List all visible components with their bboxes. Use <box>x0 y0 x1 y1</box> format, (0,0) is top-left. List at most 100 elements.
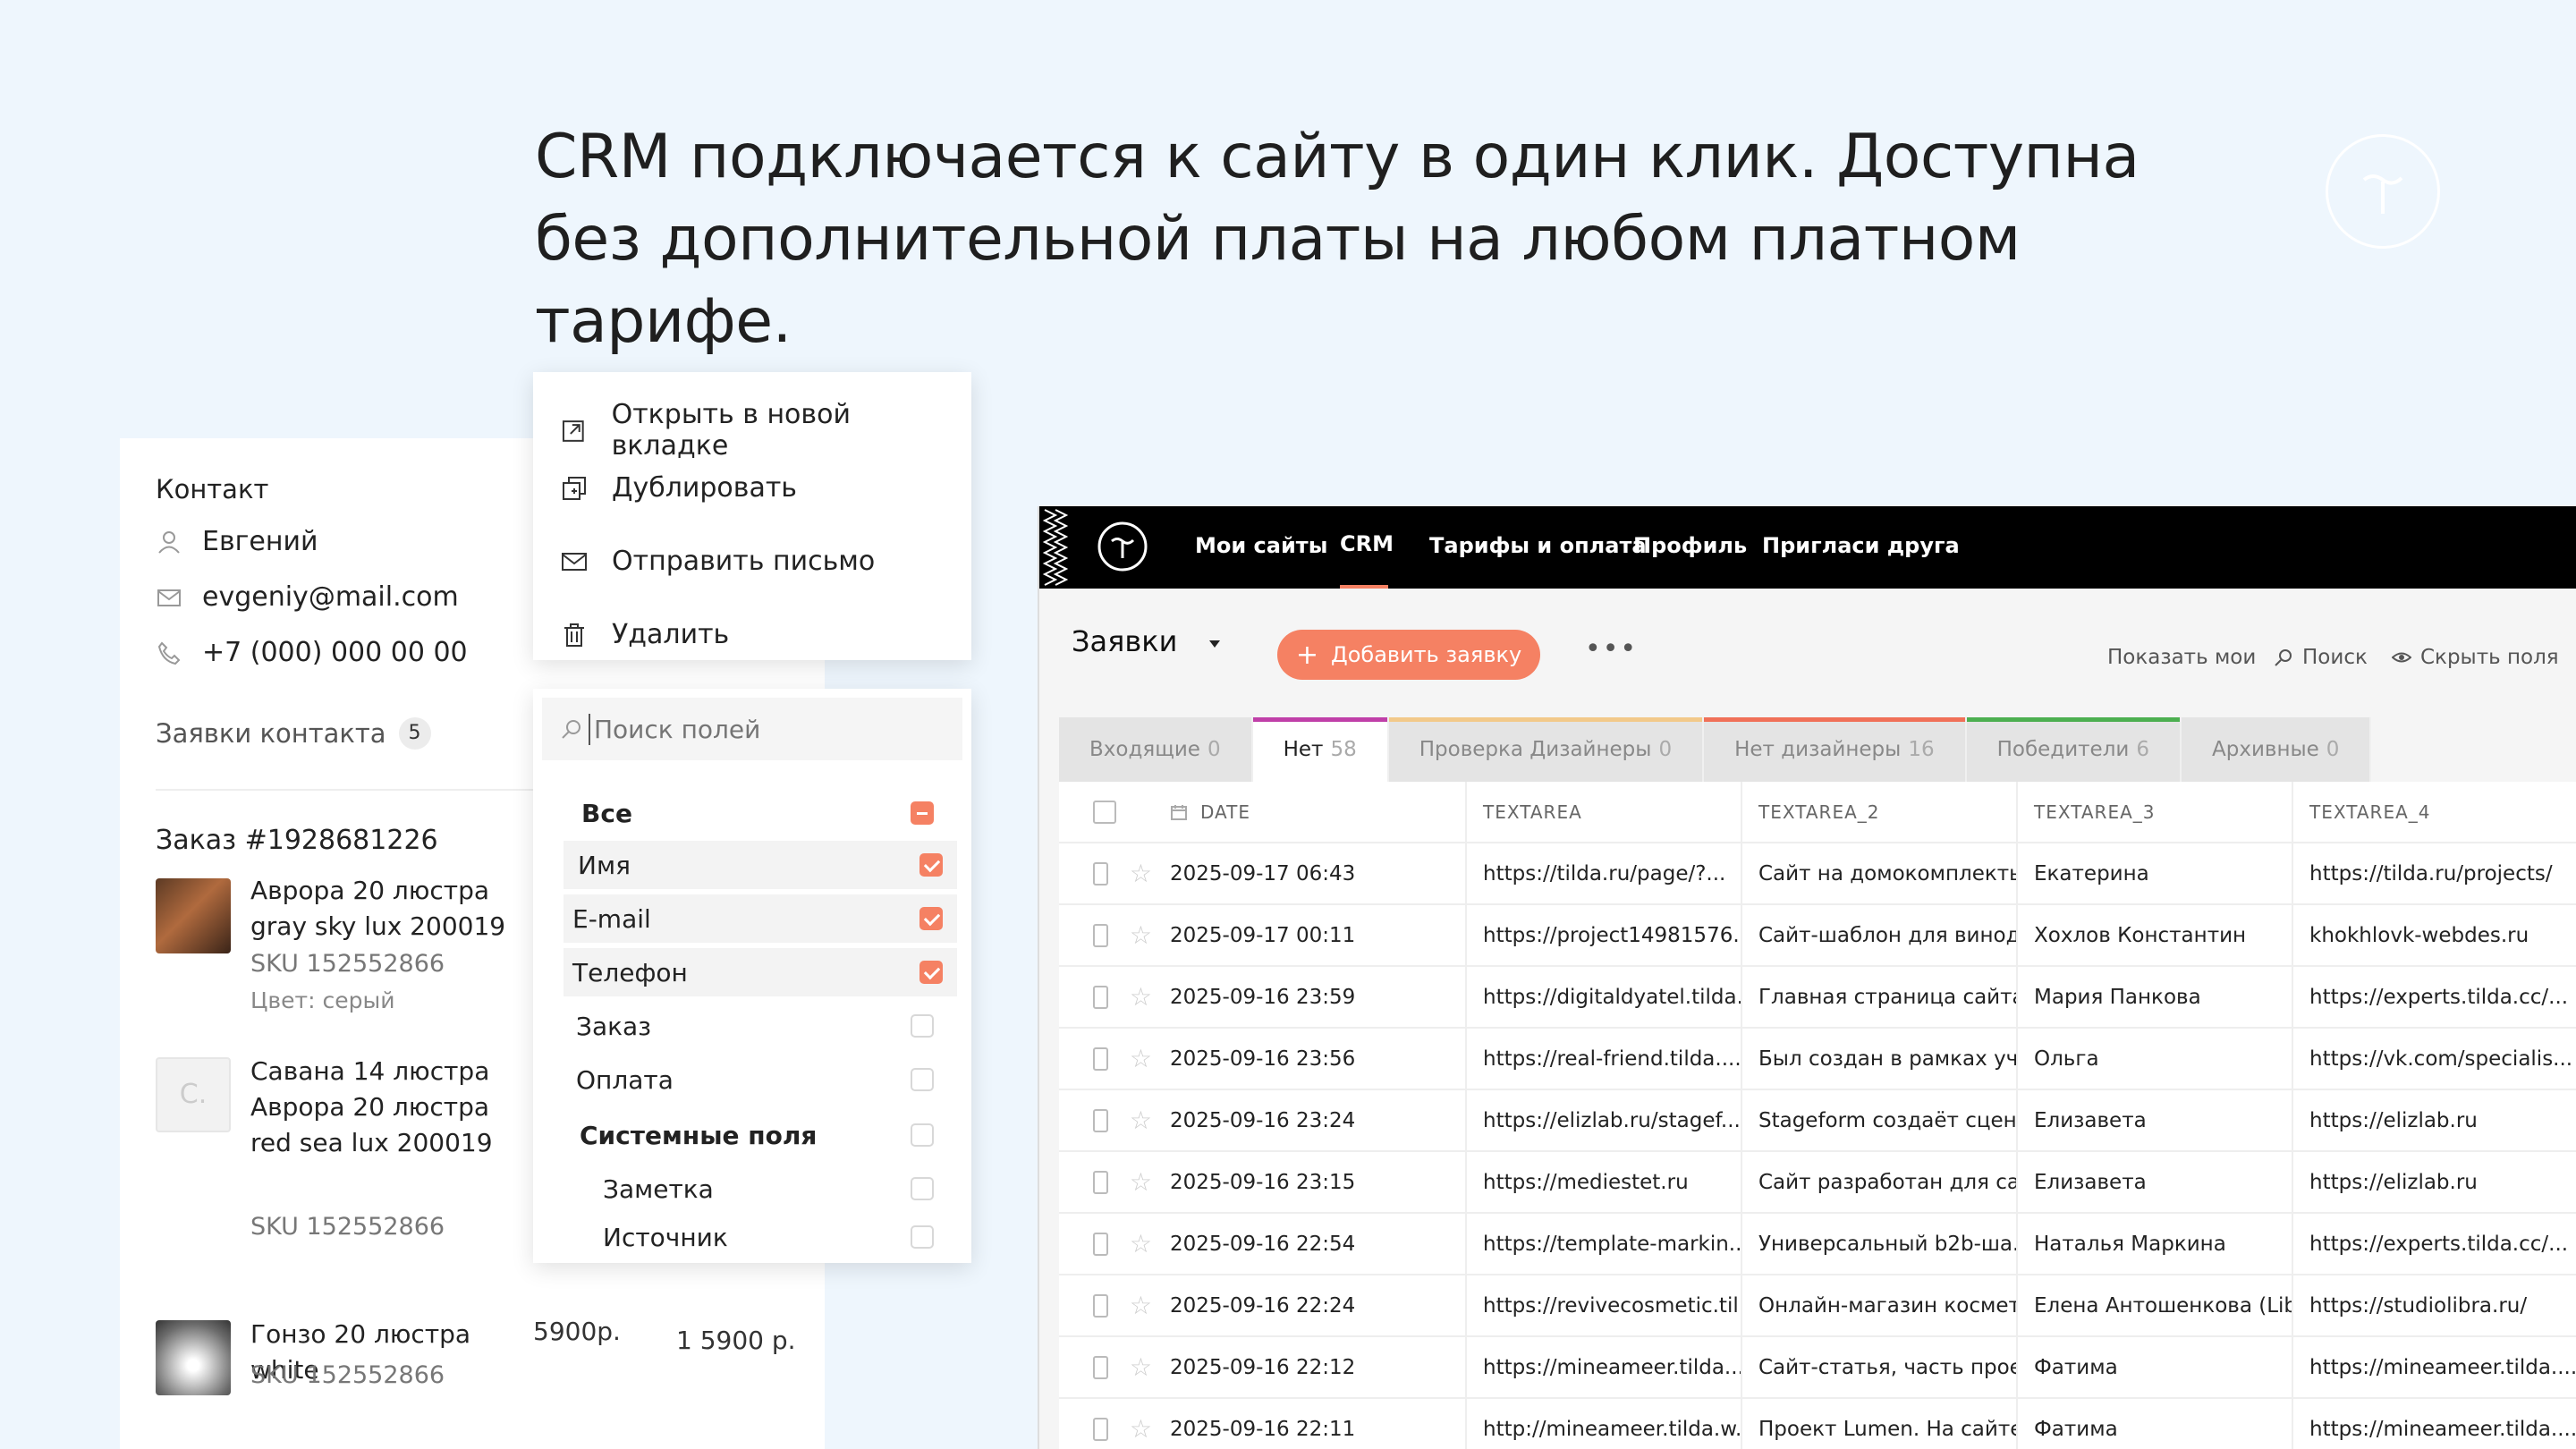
add-request-button[interactable]: + Добавить заявку <box>1277 630 1540 680</box>
row-checkbox[interactable] <box>1093 861 1108 886</box>
table-row[interactable]: ☆ 2025-09-16 22:54 https://template-markin… <box>1059 1214 2576 1275</box>
menu-item-delete[interactable]: Удалить <box>560 619 729 650</box>
field-search <box>542 698 962 760</box>
menu-item-send-email[interactable]: Отправить письмо <box>560 546 875 577</box>
contact-email[interactable]: evgeniy@mail.com <box>202 581 459 613</box>
nav-my-sites[interactable]: Мои сайты <box>1195 533 1327 558</box>
phone-icon <box>157 640 181 665</box>
checkbox-all[interactable] <box>911 801 934 825</box>
table-row[interactable]: ☆ 2025-09-16 23:56 https://real-friend.til… <box>1059 1029 2576 1090</box>
table-row[interactable]: ☆ 2025-09-16 22:11 http://mineameer.tilda.… <box>1059 1399 2576 1449</box>
tab-label: Нет <box>1283 738 1324 761</box>
column-header-textarea-3[interactable]: TEXTAREA_3 <box>2018 782 2293 842</box>
field-row-name[interactable]: Имя <box>564 841 957 889</box>
tab-archive[interactable]: Архивные 0 <box>2182 717 2372 782</box>
cell-textarea-2: Проект Lumen. На сайте... <box>1742 1399 2018 1449</box>
column-header-textarea-4[interactable]: TEXTAREA_4 <box>2293 782 2576 842</box>
tilda-logo-icon[interactable] <box>1097 521 1148 572</box>
star-icon[interactable]: ☆ <box>1130 1414 1152 1444</box>
star-icon[interactable]: ☆ <box>1130 1044 1152 1073</box>
product-qty-price: 1 5900 р. <box>676 1326 796 1355</box>
table-row[interactable]: ☆ 2025-09-16 23:24 https://elizlab.ru/stag… <box>1059 1090 2576 1152</box>
cell-date: 2025-09-16 22:54 <box>1152 1214 1467 1274</box>
field-row-source[interactable]: Источник <box>564 1213 948 1261</box>
search-icon <box>562 720 580 739</box>
field-row-email[interactable]: E-mail <box>564 894 957 943</box>
top-nav-bar: Мои сайты CRM Тарифы и оплата Профиль Пр… <box>1039 506 2576 589</box>
hide-fields-button[interactable]: Скрыть поля <box>2392 646 2559 669</box>
checkbox[interactable] <box>919 853 943 877</box>
star-icon[interactable]: ☆ <box>1130 1291 1152 1320</box>
row-checkbox[interactable] <box>1093 1232 1108 1256</box>
table-row[interactable]: ☆ 2025-09-16 22:12 https://mineameer.tilda… <box>1059 1337 2576 1399</box>
row-checkbox[interactable] <box>1093 1108 1108 1132</box>
star-icon[interactable]: ☆ <box>1130 1106 1152 1135</box>
star-icon[interactable]: ☆ <box>1130 920 1152 950</box>
menu-item-duplicate[interactable]: Дублировать <box>560 472 797 504</box>
cell-textarea-3: Екатерина <box>2018 843 2293 903</box>
field-row-order[interactable]: Заказ <box>564 1002 948 1050</box>
row-checkbox[interactable] <box>1093 1170 1108 1194</box>
nav-profile[interactable]: Профиль <box>1633 533 1747 558</box>
checkbox[interactable] <box>911 1225 934 1249</box>
nav-invite-friend[interactable]: Пригласи друга <box>1762 533 1960 558</box>
show-mine-button[interactable]: Показать мои <box>2107 646 2256 669</box>
column-header-textarea-2[interactable]: TEXTAREA_2 <box>1742 782 2018 842</box>
field-label: Все <box>581 798 632 828</box>
table-row[interactable]: ☆ 2025-09-17 06:43 https://tilda.ru/page/?… <box>1059 843 2576 905</box>
table-row[interactable]: ☆ 2025-09-17 00:11 https://project14981576… <box>1059 905 2576 967</box>
field-label: E-mail <box>572 903 651 934</box>
contact-phone[interactable]: +7 (000) 000 00 00 <box>202 637 468 668</box>
checkbox[interactable] <box>911 1068 934 1091</box>
checkbox[interactable] <box>911 1177 934 1200</box>
checkbox[interactable] <box>919 961 943 984</box>
row-checkbox[interactable] <box>1093 1046 1108 1071</box>
chevron-down-icon[interactable] <box>1209 640 1220 648</box>
row-checkbox[interactable] <box>1093 1293 1108 1318</box>
star-icon[interactable]: ☆ <box>1130 1229 1152 1258</box>
tab-winners[interactable]: Победители 6 <box>1966 717 2182 782</box>
table-row[interactable]: ☆ 2025-09-16 22:24 https://revivecosmetic.… <box>1059 1275 2576 1337</box>
crm-content: Заявки + Добавить заявку ••• Показать мо… <box>1039 589 2576 1449</box>
field-row-payment[interactable]: Оплата <box>564 1055 948 1104</box>
star-icon[interactable]: ☆ <box>1130 859 1152 888</box>
field-row-system[interactable]: Системные поля <box>564 1111 948 1159</box>
field-row-note[interactable]: Заметка <box>564 1165 948 1213</box>
tab-label: Архивные <box>2212 738 2319 761</box>
field-row-phone[interactable]: Телефон <box>564 948 957 996</box>
nav-crm[interactable]: CRM <box>1340 531 1394 556</box>
row-select-cell: ☆ <box>1059 1214 1152 1274</box>
contact-requests[interactable]: Заявки контакта 5 <box>156 717 431 750</box>
row-checkbox[interactable] <box>1093 1417 1108 1441</box>
row-checkbox[interactable] <box>1093 923 1108 947</box>
menu-item-open-new-tab[interactable]: Открыть в новой вкладке <box>560 399 971 462</box>
hide-fields-label: Скрыть поля <box>2420 646 2559 669</box>
tab-designers-check[interactable]: Проверка Дизайнеры 0 <box>1388 717 1705 782</box>
contact-phone-row: +7 (000) 000 00 00 <box>156 637 468 668</box>
column-header-date[interactable]: DATE <box>1152 782 1467 842</box>
checkbox[interactable] <box>911 1014 934 1038</box>
checkbox[interactable] <box>911 1123 934 1147</box>
tab-no[interactable]: Нет 58 <box>1252 717 1389 782</box>
column-header-textarea[interactable]: TEXTAREA <box>1467 782 1742 842</box>
nav-tariffs[interactable]: Тарифы и оплата <box>1429 533 1647 558</box>
row-checkbox[interactable] <box>1093 1355 1108 1379</box>
star-icon[interactable]: ☆ <box>1130 982 1152 1012</box>
select-all-checkbox[interactable] <box>1093 800 1116 824</box>
row-checkbox[interactable] <box>1093 985 1108 1009</box>
table-row[interactable]: ☆ 2025-09-16 23:15 https://mediestet.ru Сай… <box>1059 1152 2576 1214</box>
field-search-input[interactable] <box>589 713 936 745</box>
field-row-all[interactable]: Все <box>564 789 948 837</box>
search-button[interactable]: Поиск <box>2274 646 2368 669</box>
tab-incoming[interactable]: Входящие 0 <box>1059 717 1253 782</box>
cell-textarea-3: Мария Панкова <box>2018 967 2293 1027</box>
trash-icon <box>564 623 584 647</box>
star-icon[interactable]: ☆ <box>1130 1167 1152 1197</box>
tab-no-designers[interactable]: Нет дизайнеры 16 <box>1704 717 1967 782</box>
more-options-icon[interactable]: ••• <box>1585 633 1638 665</box>
product-sku: SKU 152552866 <box>250 1361 445 1389</box>
star-icon[interactable]: ☆ <box>1130 1352 1152 1382</box>
page-title[interactable]: Заявки <box>1072 624 1177 658</box>
checkbox[interactable] <box>919 907 943 930</box>
table-row[interactable]: ☆ 2025-09-16 23:59 https://digitaldyatel.t… <box>1059 967 2576 1029</box>
